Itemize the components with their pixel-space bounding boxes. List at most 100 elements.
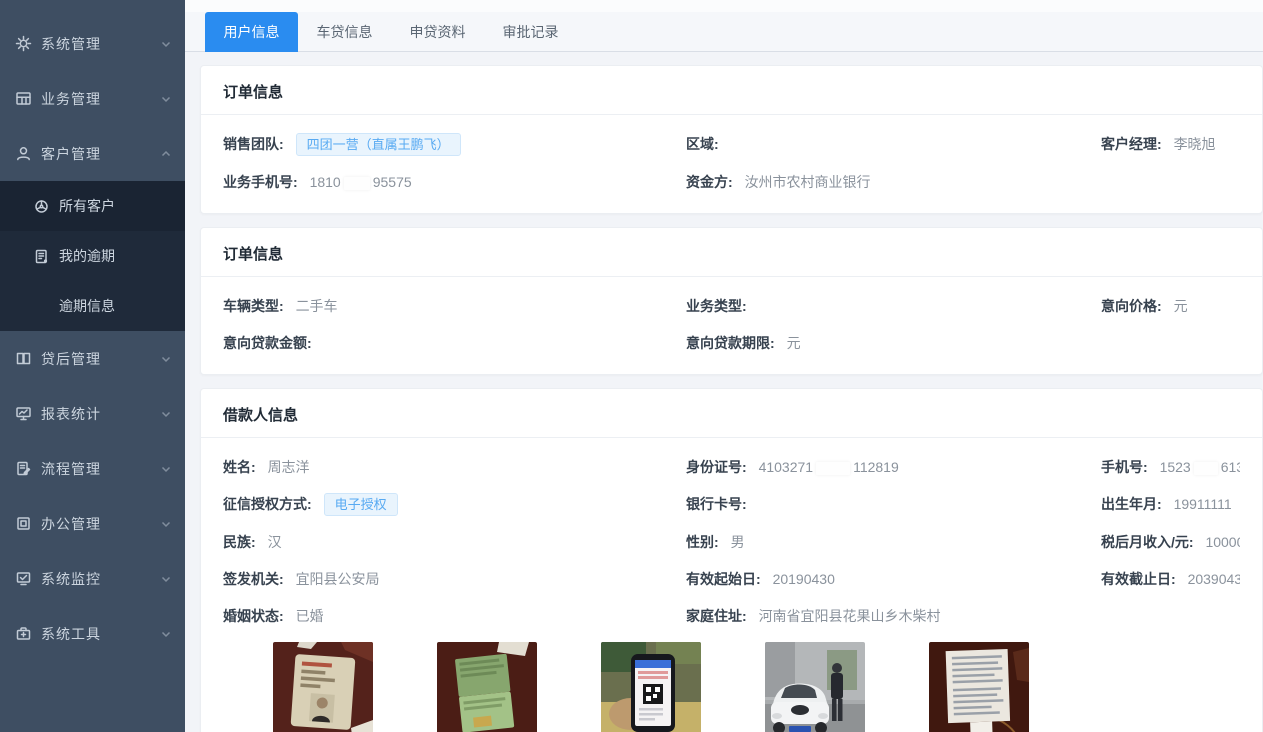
sidebar-item-postloan-mgmt[interactable]: 贷后管理 bbox=[0, 331, 185, 386]
chevron-down-icon bbox=[161, 519, 171, 529]
field-fund-provider: 资金方: 汝州市农村商业银行 bbox=[686, 171, 1101, 193]
chevron-down-icon bbox=[161, 409, 171, 419]
redaction-patch bbox=[344, 177, 370, 190]
sidebar-item-label: 流程管理 bbox=[41, 459, 161, 479]
gear-icon bbox=[15, 35, 32, 52]
sidebar-item-business-mgmt[interactable]: 业务管理 bbox=[0, 71, 185, 126]
top-strip bbox=[185, 0, 1263, 12]
sidebar-item-label: 我的逾期 bbox=[59, 246, 115, 266]
photo-item-handwritten-doc: 其他材料 bbox=[929, 642, 1029, 732]
chevron-down-icon bbox=[161, 94, 171, 104]
sidebar-item-label: 系统监控 bbox=[41, 569, 161, 589]
photo-item-green-booklet: 行驶证照片 bbox=[437, 642, 537, 732]
order-info-card-1: 订单信息 销售团队: 四团一营（直属王鹏飞） 区域: 客户经理: bbox=[200, 65, 1263, 214]
wheel-icon bbox=[33, 198, 50, 215]
borrower-info-card: 借款人信息 姓名: 周志洋 身份证号: 4103271112819 手机号: bbox=[200, 388, 1263, 732]
notebook-icon bbox=[33, 248, 50, 265]
tab-approval-records[interactable]: 审批记录 bbox=[484, 12, 577, 52]
field-business-type: 业务类型: bbox=[686, 295, 1101, 317]
field-issuing-authority: 签发机关: 宜阳县公安局 bbox=[223, 568, 686, 590]
sidebar-item-label: 客户管理 bbox=[41, 144, 161, 164]
sidebar-item-office-mgmt[interactable]: 办公管理 bbox=[0, 496, 185, 551]
id-card-photo-thumbnail[interactable] bbox=[273, 642, 373, 732]
field-sales-team: 销售团队: 四团一营（直属王鹏飞） bbox=[223, 133, 686, 156]
phone-qr-photo-thumbnail[interactable] bbox=[601, 642, 701, 732]
card-title: 订单信息 bbox=[201, 66, 1262, 115]
sidebar-item-customer-mgmt[interactable]: 客户管理 bbox=[0, 126, 185, 181]
sidebar-item-process-mgmt[interactable]: 流程管理 bbox=[0, 441, 185, 496]
toolbox-icon bbox=[15, 625, 32, 642]
field-name: 姓名: 周志洋 bbox=[223, 456, 686, 478]
content-area: 订单信息 销售团队: 四团一营（直属王鹏飞） 区域: 客户经理: bbox=[185, 52, 1263, 732]
field-birth-date: 出生年月: 19911111 bbox=[1101, 493, 1240, 516]
sidebar: 系统管理 业务管理 客户管理 所有客户 我的逾期 逾期信息 bbox=[0, 0, 185, 732]
chevron-up-icon bbox=[161, 149, 171, 159]
redaction-patch bbox=[816, 462, 850, 475]
field-valid-to: 有效截止日: 20390430 bbox=[1101, 568, 1240, 590]
sidebar-item-label: 系统工具 bbox=[41, 624, 161, 644]
sidebar-item-label: 系统管理 bbox=[41, 34, 161, 54]
monitor-check-icon bbox=[15, 570, 32, 587]
field-home-address: 家庭住址: 河南省宜阳县花果山乡木柴村 bbox=[686, 605, 1101, 627]
card-title: 订单信息 bbox=[201, 228, 1262, 277]
sidebar-item-all-customers[interactable]: 所有客户 bbox=[0, 181, 185, 231]
field-monthly-income: 税后月收入/元: 10000 bbox=[1101, 531, 1240, 553]
photo-item-id-card: 个人照 bbox=[273, 642, 373, 732]
book-icon bbox=[15, 350, 32, 367]
sidebar-item-label: 办公管理 bbox=[41, 514, 161, 534]
sidebar-item-label: 业务管理 bbox=[41, 89, 161, 109]
sidebar-item-label: 所有客户 bbox=[59, 196, 115, 216]
field-business-phone: 业务手机号: 181095575 bbox=[223, 171, 686, 193]
grid-icon bbox=[15, 90, 32, 107]
field-valid-from: 有效起始日: 20190430 bbox=[686, 568, 1101, 590]
main-area: 用户信息 车贷信息 申贷资料 审批记录 订单信息 销售团队: 四团一营（直属王鹏… bbox=[185, 0, 1263, 732]
green-booklet-photo-thumbnail[interactable] bbox=[437, 642, 537, 732]
handwritten-document-photo-thumbnail[interactable] bbox=[929, 642, 1029, 732]
field-region: 区域: bbox=[686, 133, 1101, 156]
field-bank-card: 银行卡号: bbox=[686, 493, 1101, 516]
sidebar-item-report-stats[interactable]: 报表统计 bbox=[0, 386, 185, 441]
sidebar-item-my-overdue[interactable]: 我的逾期 bbox=[0, 231, 185, 281]
tab-car-loan-info[interactable]: 车贷信息 bbox=[298, 12, 391, 52]
photo-item-person-car: 人车合照 bbox=[765, 642, 865, 732]
sidebar-item-label: 逾期信息 bbox=[59, 296, 115, 316]
sidebar-item-label: 报表统计 bbox=[41, 404, 161, 424]
sales-team-tag: 四团一营（直属王鹏飞） bbox=[296, 133, 461, 156]
field-account-manager: 客户经理: 李晓旭 bbox=[1101, 133, 1240, 156]
page: 系统管理 业务管理 客户管理 所有客户 我的逾期 逾期信息 bbox=[0, 0, 1263, 732]
field-marital-status: 婚姻状态: 已婚 bbox=[223, 605, 686, 627]
card-title: 借款人信息 bbox=[201, 389, 1262, 438]
flow-icon bbox=[15, 460, 32, 477]
sidebar-item-system-mgmt[interactable]: 系统管理 bbox=[0, 16, 185, 71]
tab-user-info[interactable]: 用户信息 bbox=[205, 12, 298, 52]
chevron-down-icon bbox=[161, 629, 171, 639]
field-credit-auth-method: 征信授权方式: 电子授权 bbox=[223, 493, 686, 516]
field-intent-loan-amount: 意向贷款金额: bbox=[223, 332, 686, 354]
field-intent-loan-term: 意向贷款期限: 元 bbox=[686, 332, 1101, 354]
field-gender: 性别: 男 bbox=[686, 531, 1101, 553]
field-ethnicity: 民族: 汉 bbox=[223, 531, 686, 553]
user-icon bbox=[15, 145, 32, 162]
field-mobile-phone: 手机号: 15236137 bbox=[1101, 456, 1240, 478]
sidebar-item-system-tools[interactable]: 系统工具 bbox=[0, 606, 185, 661]
sidebar-item-system-monitor[interactable]: 系统监控 bbox=[0, 551, 185, 606]
customer-mgmt-submenu: 所有客户 我的逾期 逾期信息 bbox=[0, 181, 185, 331]
chevron-down-icon bbox=[161, 354, 171, 364]
person-with-car-photo-thumbnail[interactable] bbox=[765, 642, 865, 732]
document-photos: 个人照 bbox=[273, 642, 1240, 732]
monitor-icon bbox=[15, 405, 32, 422]
redaction-patch bbox=[1194, 462, 1218, 475]
tab-loan-application-docs[interactable]: 申贷资料 bbox=[391, 12, 484, 52]
sidebar-item-overdue-info[interactable]: 逾期信息 bbox=[0, 281, 185, 331]
sidebar-item-label: 贷后管理 bbox=[41, 349, 161, 369]
field-id-number: 身份证号: 4103271112819 bbox=[686, 456, 1101, 478]
chevron-down-icon bbox=[161, 39, 171, 49]
chevron-down-icon bbox=[161, 464, 171, 474]
credit-auth-tag: 电子授权 bbox=[324, 493, 398, 516]
office-icon bbox=[15, 515, 32, 532]
tab-bar: 用户信息 车贷信息 申贷资料 审批记录 bbox=[185, 12, 1263, 52]
field-vehicle-type: 车辆类型: 二手车 bbox=[223, 295, 686, 317]
chevron-down-icon bbox=[161, 574, 171, 584]
photo-item-qr-auth: 授权截图 bbox=[601, 642, 701, 732]
field-intent-price: 意向价格: 元 bbox=[1101, 295, 1240, 317]
